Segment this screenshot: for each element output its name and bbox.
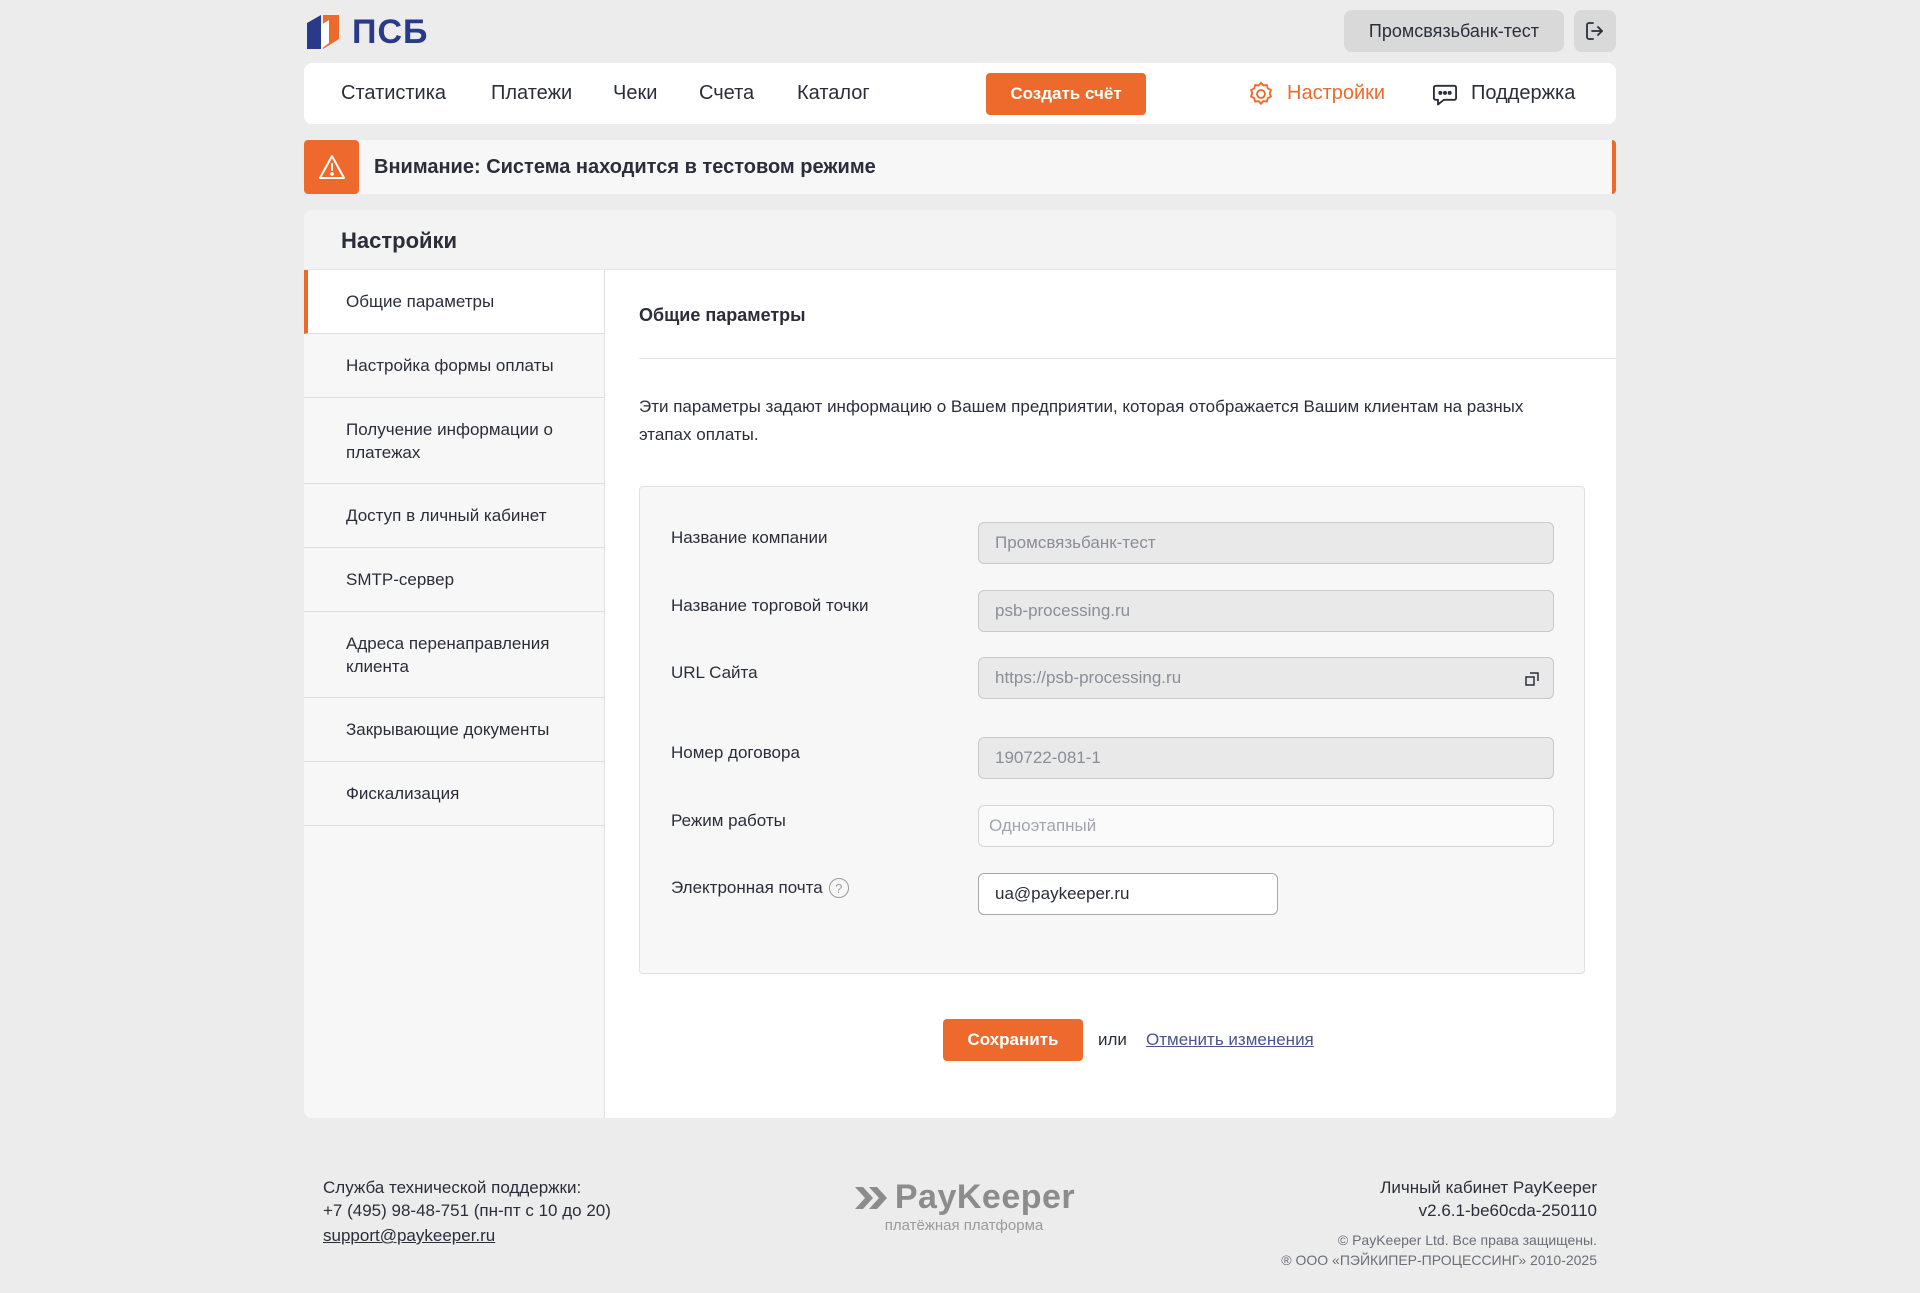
work-mode-field[interactable]: Одноэтапный [978, 805, 1554, 847]
divider [639, 358, 1616, 359]
email-label-text: Электронная почта [671, 878, 823, 897]
nav-item-invoices[interactable]: Счета [699, 63, 754, 124]
email-label: Электронная почта ? [671, 878, 849, 898]
save-button[interactable]: Сохранить [943, 1019, 1083, 1061]
support-title: Служба технической поддержки: [323, 1178, 582, 1197]
site-url-field[interactable]: https://psb-processing.ru [978, 657, 1554, 699]
nav-item-catalog[interactable]: Каталог [797, 63, 870, 124]
section-title: Общие параметры [639, 305, 806, 325]
work-mode-label: Режим работы [671, 811, 786, 830]
warning-icon [304, 140, 359, 194]
sidebar-item-smtp[interactable]: SMTP-сервер [304, 548, 604, 612]
create-invoice-button[interactable]: Создать счёт [986, 73, 1146, 115]
gear-icon [1249, 81, 1273, 105]
cabinet-label: Личный кабинет PayKeeper [1380, 1178, 1597, 1197]
account-button[interactable]: Промсвязьбанк-тест [1343, 10, 1564, 52]
support-info: Служба технической поддержки: +7 (495) 9… [323, 1176, 611, 1247]
external-link-icon[interactable] [1525, 671, 1539, 691]
nav-settings-label: Настройки [1287, 82, 1386, 104]
nav-item-support[interactable]: Поддержка [1431, 63, 1575, 124]
sidebar-item-redirects[interactable]: Адреса перенаправления клиента [304, 612, 604, 698]
support-phone: +7 (495) 98-48-751 (пн-пт с 10 до 20) [323, 1201, 611, 1220]
psb-logo-icon [304, 13, 342, 51]
sidebar-item-general[interactable]: Общие параметры [304, 270, 604, 334]
footer: Служба технической поддержки: +7 (495) 9… [304, 1170, 1616, 1280]
settings-panel: Настройки Общие параметры Настройка форм… [304, 210, 1616, 1118]
nav-item-payments[interactable]: Платежи [491, 63, 572, 124]
site-url-label: URL Сайта [671, 663, 758, 682]
company-name-label: Название компании [671, 528, 828, 547]
settings-content: Общие параметры Эти параметры задают инф… [639, 270, 1616, 1118]
section-description: Эти параметры задают информацию о Вашем … [639, 397, 1524, 444]
paykeeper-chevrons-icon [854, 1186, 887, 1209]
shop-name-field[interactable]: psb-processing.ru [978, 590, 1554, 632]
support-email-link[interactable]: support@paykeeper.ru [323, 1224, 611, 1247]
shop-name-label: Название торговой точки [671, 596, 869, 615]
rights-text: © PayKeeper Ltd. Все права защищены. ® О… [1281, 1230, 1597, 1270]
contract-number-label: Номер договора [671, 743, 800, 762]
rights-line: © PayKeeper Ltd. Все права защищены. [1337, 1232, 1597, 1248]
email-field[interactable]: ua@paykeeper.ru [978, 873, 1278, 915]
paykeeper-logo[interactable]: PayKeeper платёжная платформа [849, 1178, 1079, 1234]
nav-item-receipts[interactable]: Чеки [613, 63, 657, 124]
sidebar-item-payment-info[interactable]: Получение информации о платежах [304, 398, 604, 484]
version-label: v2.6.1-be60cda-250110 [1418, 1201, 1597, 1220]
logout-button[interactable] [1574, 10, 1616, 52]
site-url-value: https://psb-processing.ru [995, 668, 1182, 687]
sidebar-item-cabinet-access[interactable]: Доступ в личный кабинет [304, 484, 604, 548]
company-name-field[interactable]: Промсвязьбанк-тест [978, 522, 1554, 564]
version-info: Личный кабинет PayKeeper v2.6.1-be60cda-… [1281, 1176, 1597, 1270]
company-line: ® ООО «ПЭЙКИПЕР-ПРОЦЕССИНГ» 2010-2025 [1281, 1252, 1597, 1268]
nav-item-settings[interactable]: Настройки [1247, 63, 1385, 124]
logout-icon [1586, 22, 1603, 40]
sidebar-item-fiscalization[interactable]: Фискализация [304, 762, 604, 826]
form-actions: Сохранить или Отменить изменения [639, 1019, 1585, 1061]
general-settings-form: Название компании Промсвязьбанк-тест Наз… [639, 486, 1585, 974]
or-separator: или [1098, 1030, 1127, 1049]
main-nav: Статистика Платежи Чеки Счета Каталог Со… [304, 63, 1616, 124]
chat-icon [1432, 84, 1458, 105]
paykeeper-brand: PayKeeper [894, 1178, 1076, 1216]
paykeeper-tagline: платёжная платформа [884, 1217, 1044, 1234]
cancel-changes-link[interactable]: Отменить изменения [1146, 1019, 1314, 1061]
psb-logo[interactable]: ПСБ [304, 12, 428, 52]
test-mode-alert: Внимание: Система находится в тестовом р… [304, 140, 1616, 194]
sidebar-item-payment-form[interactable]: Настройка формы оплаты [304, 334, 604, 398]
panel-header: Настройки [304, 210, 1616, 270]
page-title: Настройки [341, 228, 458, 253]
alert-message: Внимание: Система находится в тестовом р… [374, 155, 876, 178]
contract-number-field[interactable]: 190722-081-1 [978, 737, 1554, 779]
top-bar: ПСБ Промсвязьбанк-тест [304, 8, 1616, 56]
help-icon[interactable]: ? [828, 878, 849, 898]
psb-logo-text: ПСБ [352, 12, 429, 51]
nav-support-label: Поддержка [1471, 82, 1576, 104]
settings-sidebar: Общие параметры Настройка формы оплаты П… [304, 270, 605, 1118]
nav-item-statistics[interactable]: Статистика [341, 63, 446, 124]
sidebar-item-closing-docs[interactable]: Закрывающие документы [304, 698, 604, 762]
